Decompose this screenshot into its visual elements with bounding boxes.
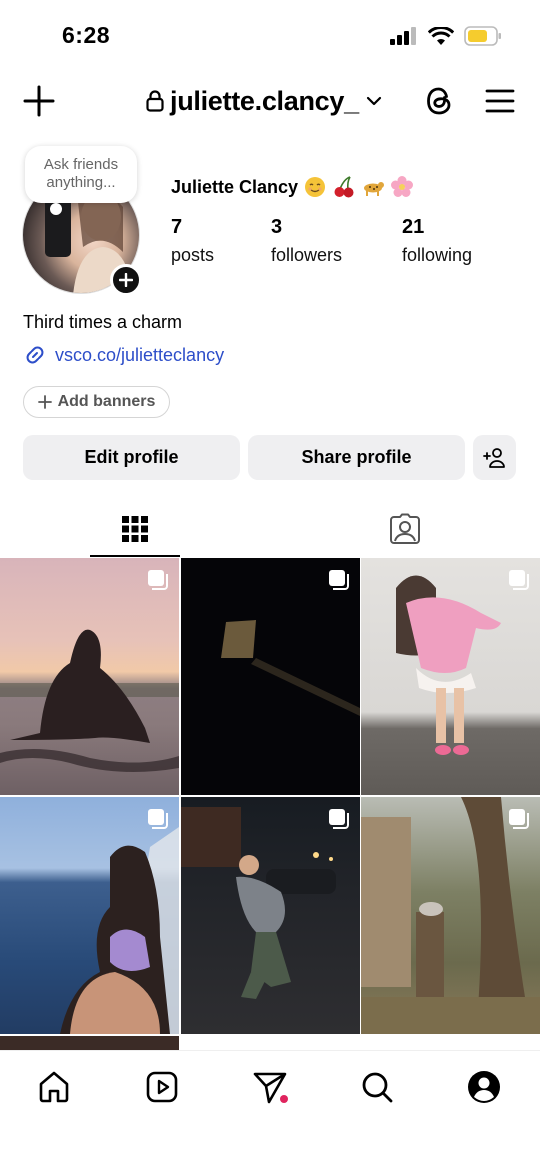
- note-bubble-tail: [50, 203, 62, 215]
- followers-label: followers: [271, 245, 343, 265]
- discover-people-button[interactable]: [473, 435, 516, 480]
- chevron-down-icon: [366, 96, 381, 106]
- bio-text: Third times a charm: [23, 312, 183, 332]
- add-story-button[interactable]: [110, 264, 142, 296]
- tab-posts-grid[interactable]: [90, 500, 180, 558]
- lock-icon: [146, 90, 164, 112]
- post-image: [396, 575, 501, 755]
- link-icon: [26, 346, 44, 364]
- following-label: following: [402, 245, 473, 265]
- multiple-posts-icon: [148, 809, 168, 829]
- post-thumbnail[interactable]: [181, 558, 360, 795]
- cherry-blossom-emoji-icon: [391, 176, 414, 197]
- followers-count: 3: [271, 216, 283, 238]
- profile-icon: [468, 1071, 500, 1103]
- tab-tagged[interactable]: [360, 500, 450, 558]
- bio-link[interactable]: vsco.co/julietteclancy: [23, 343, 224, 367]
- display-name: Juliette Clancy: [171, 176, 299, 197]
- posts-stat[interactable]: 7 posts: [171, 216, 214, 266]
- grid-icon: [122, 516, 148, 542]
- add-banners-label: Add banners: [57, 393, 156, 410]
- note-bubble[interactable]: Ask friends anything...: [25, 146, 137, 203]
- share-profile-label: Share profile: [301, 447, 412, 467]
- status-time: 6:28: [62, 22, 111, 48]
- plus-icon[interactable]: [22, 84, 56, 118]
- cellular-signal-icon: [390, 27, 416, 45]
- paper-plane-icon: [253, 1072, 288, 1104]
- display-name-row: Juliette Clancy: [171, 175, 414, 199]
- multiple-posts-icon: [509, 570, 529, 590]
- edit-profile-button[interactable]: Edit profile: [23, 435, 240, 480]
- wifi-icon: [428, 26, 454, 45]
- profile-tabs: [0, 500, 540, 558]
- home-icon: [39, 1071, 69, 1103]
- multiple-posts-icon: [509, 809, 529, 829]
- add-person-icon: [482, 447, 505, 468]
- cherries-emoji-icon: [334, 176, 354, 198]
- plus-icon: [37, 395, 52, 409]
- post-image: [0, 629, 179, 772]
- reels-icon: [146, 1071, 178, 1103]
- post-thumbnail[interactable]: [181, 797, 360, 1034]
- multiple-posts-icon: [148, 570, 168, 590]
- followers-stat[interactable]: 3 followers: [271, 216, 342, 266]
- search-icon: [362, 1072, 393, 1103]
- post-thumbnail[interactable]: [0, 558, 179, 795]
- battery-icon: [464, 26, 501, 46]
- bottom-navigation: [0, 1050, 540, 1166]
- nav-home[interactable]: [34, 1067, 74, 1107]
- post-image: [361, 797, 540, 1034]
- active-tab-indicator: [90, 555, 180, 557]
- status-bar: 6:28: [0, 0, 540, 70]
- following-count: 21: [402, 216, 425, 238]
- smiling-face-emoji-icon: [305, 177, 326, 197]
- hamburger-menu-icon[interactable]: [484, 86, 516, 116]
- bio-link-text: vsco.co/julietteclancy: [55, 344, 225, 365]
- status-icons: [390, 26, 502, 46]
- nav-messages[interactable]: [250, 1067, 290, 1107]
- posts-count: 7: [171, 216, 183, 238]
- post-thumbnail[interactable]: [361, 797, 540, 1034]
- posts-label: posts: [171, 245, 215, 265]
- nav-reels[interactable]: [142, 1067, 182, 1107]
- nav-profile[interactable]: [464, 1067, 504, 1107]
- nav-search[interactable]: [357, 1067, 397, 1107]
- share-profile-button[interactable]: Share profile: [248, 435, 465, 480]
- post-image: [221, 620, 360, 716]
- leopard-emoji-icon: [364, 182, 385, 196]
- post-thumbnail[interactable]: [0, 797, 179, 1034]
- following-stat[interactable]: 21 following: [402, 216, 472, 266]
- add-banners-button[interactable]: Add banners: [23, 386, 170, 418]
- edit-profile-label: Edit profile: [84, 447, 179, 467]
- multiple-posts-icon: [329, 570, 349, 590]
- post-thumbnail[interactable]: [361, 558, 540, 795]
- account-switcher[interactable]: juliette.clancy_: [146, 82, 383, 120]
- multiple-posts-icon: [329, 809, 349, 829]
- post-image: [60, 827, 179, 1034]
- post-image: [181, 807, 336, 999]
- profile-header: juliette.clancy_: [0, 76, 540, 126]
- tagged-person-icon: [390, 513, 420, 544]
- plus-icon: [119, 273, 133, 287]
- threads-icon[interactable]: [421, 83, 457, 119]
- header-username: juliette.clancy_: [170, 85, 359, 116]
